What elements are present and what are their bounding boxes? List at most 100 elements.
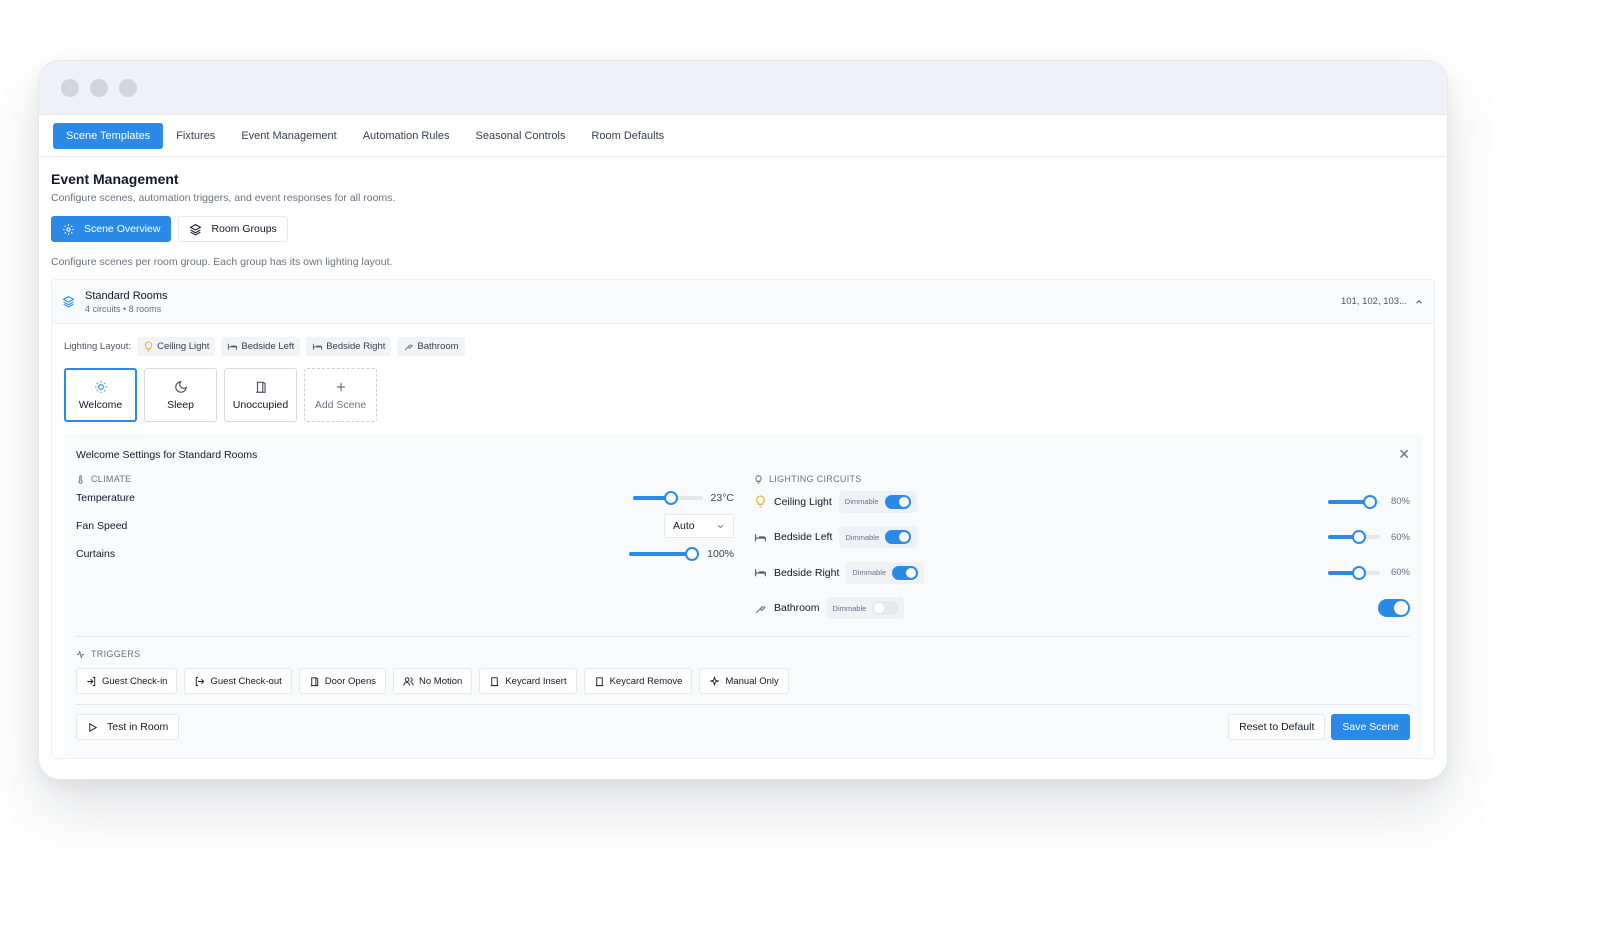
trigger-label: Keycard Insert [505, 675, 567, 687]
tab-event-management[interactable]: Event Management [228, 123, 349, 149]
trigger-keycard-remove[interactable]: Keycard Remove [583, 668, 693, 694]
dimmable-label: Dimmable [852, 568, 887, 578]
main-content: Event Management Configure scenes, autom… [39, 157, 1447, 759]
scene-overview-button[interactable]: Scene Overview [51, 216, 172, 242]
bed-icon [755, 534, 766, 542]
window-minimize-dot[interactable] [90, 78, 108, 97]
scene-welcome[interactable]: Welcome [64, 368, 137, 422]
play-icon [89, 722, 98, 732]
chevron-down-icon [717, 524, 724, 528]
scene-label: Welcome [78, 398, 123, 411]
group-description: Configure scenes per room group. Each gr… [51, 256, 393, 268]
window-close-dot[interactable] [61, 78, 79, 97]
curtains-label: Curtains [76, 548, 116, 560]
scene-selector: Welcome Sleep Unoccupied Add Scene [52, 356, 1434, 422]
fan-speed-select[interactable]: Auto [664, 514, 734, 538]
trigger-manual-only[interactable]: Manual Only [699, 668, 789, 694]
tab-scene-templates[interactable]: Scene Templates [53, 122, 164, 149]
fan-speed-label: Fan Speed [76, 520, 128, 532]
scene-sleep[interactable]: Sleep [144, 368, 217, 422]
close-icon[interactable]: ✕ [1398, 446, 1410, 463]
slider-handle[interactable] [685, 547, 700, 561]
trigger-door-opens[interactable]: Door Opens [298, 668, 387, 694]
test-in-room-button[interactable]: Test in Room [76, 714, 180, 740]
circuit-level-slider[interactable] [1328, 494, 1380, 509]
save-scene-button[interactable]: Save Scene [1331, 714, 1410, 740]
lighting-section: LIGHTING CIRCUITS Ceiling Light Dimmable [754, 474, 1410, 626]
layout-chip-bedside-left: Bedside Left [221, 337, 301, 356]
circuit-toggle[interactable] [892, 565, 919, 580]
trigger-keycard-insert[interactable]: Keycard Insert [479, 668, 577, 694]
temperature-label: Temperature [76, 492, 135, 504]
tab-seasonal-controls[interactable]: Seasonal Controls [463, 123, 579, 149]
circuit-level-slider[interactable] [1328, 565, 1380, 580]
slider-handle[interactable] [1352, 530, 1367, 545]
bed-icon [755, 569, 766, 577]
door-icon [491, 676, 499, 686]
room-group-panel: Standard Rooms 4 circuits • 8 rooms 101,… [51, 279, 1435, 759]
room-group-header[interactable]: Standard Rooms 4 circuits • 8 rooms 101,… [52, 280, 1434, 324]
tab-fixtures[interactable]: Fixtures [163, 123, 228, 149]
trigger-list: Guest Check-in Guest Check-out Door Open… [76, 668, 1410, 694]
climate-section: CLIMATE Temperature 23°C Fan Speed Auto … [76, 474, 734, 626]
gear-icon [63, 223, 74, 235]
scene-label: Unoccupied [232, 398, 289, 411]
plus-icon [336, 382, 345, 391]
layout-chip-label: Ceiling Light [157, 341, 210, 352]
room-group-meta: 4 circuits • 8 rooms [85, 303, 162, 314]
temperature-value: 23°C [710, 492, 734, 504]
page-subtitle: Configure scenes, automation triggers, a… [51, 192, 396, 204]
slider-handle[interactable] [664, 491, 679, 505]
trigger-guest-check-out[interactable]: Guest Check-out [184, 668, 292, 694]
scene-unoccupied[interactable]: Unoccupied [224, 368, 297, 422]
room-groups-label: Room Groups [211, 223, 277, 235]
activity-icon [77, 649, 84, 659]
curtains-slider[interactable] [629, 547, 700, 561]
dimmable-label: Dimmable [832, 603, 867, 613]
layout-chip-bathroom: Bathroom [397, 337, 465, 356]
thermometer-icon [78, 474, 83, 484]
circuit-level-slider[interactable] [1328, 530, 1380, 545]
room-groups-button[interactable]: Room Groups [178, 216, 288, 242]
trigger-no-motion[interactable]: No Motion [393, 668, 473, 694]
add-scene-button[interactable]: Add Scene [304, 368, 377, 422]
users-icon [403, 676, 414, 686]
circuit-power-toggle[interactable] [1378, 599, 1410, 618]
layout-chip-ceiling-light: Ceiling Light [137, 337, 216, 356]
bulb-icon [756, 495, 765, 508]
reset-to-default-button[interactable]: Reset to Default [1228, 714, 1326, 740]
circuit-level: 60% [1390, 531, 1410, 543]
door-icon [255, 381, 266, 393]
dimmable-label: Dimmable [844, 497, 879, 507]
login-icon [87, 676, 96, 686]
fan-speed-value: Auto [673, 520, 695, 532]
slider-handle[interactable] [1352, 565, 1367, 580]
circuit-toggle[interactable] [872, 601, 899, 616]
room-group-name: Standard Rooms [85, 289, 168, 302]
curtains-value: 100% [707, 548, 734, 560]
trigger-guest-check-in[interactable]: Guest Check-in [76, 668, 178, 694]
fan-speed-row: Fan Speed Auto [76, 512, 734, 540]
door-icon [310, 676, 318, 686]
view-switcher: Scene Overview Room Groups [51, 216, 1435, 242]
dimmable-badge: Dimmable [838, 490, 917, 513]
dimmable-badge: Dimmable [846, 561, 925, 584]
trigger-label: Keycard Remove [609, 675, 683, 687]
chevron-up-icon[interactable] [1414, 297, 1424, 307]
temperature-slider[interactable] [632, 491, 703, 505]
circuit-toggle[interactable] [885, 530, 912, 545]
slider-handle[interactable] [1362, 494, 1377, 509]
climate-label: CLIMATE [91, 474, 132, 484]
circuit-toggle[interactable] [884, 494, 911, 509]
top-tabs: Scene Templates Fixtures Event Managemen… [39, 115, 1447, 157]
shower-icon [755, 605, 766, 613]
trigger-label: Guest Check-in [102, 675, 168, 687]
room-group-rooms: 101, 102, 103... [1340, 296, 1407, 307]
layout-chip-label: Bathroom [417, 341, 459, 352]
tab-automation-rules[interactable]: Automation Rules [350, 123, 463, 149]
circuit-row-bedside-left: Bedside Left Dimmable 60% [754, 520, 1410, 556]
window-maximize-dot[interactable] [119, 78, 137, 97]
sun-icon [94, 380, 107, 393]
tab-room-defaults[interactable]: Room Defaults [578, 123, 677, 149]
layout-chip-label: Bedside Right [326, 341, 386, 352]
